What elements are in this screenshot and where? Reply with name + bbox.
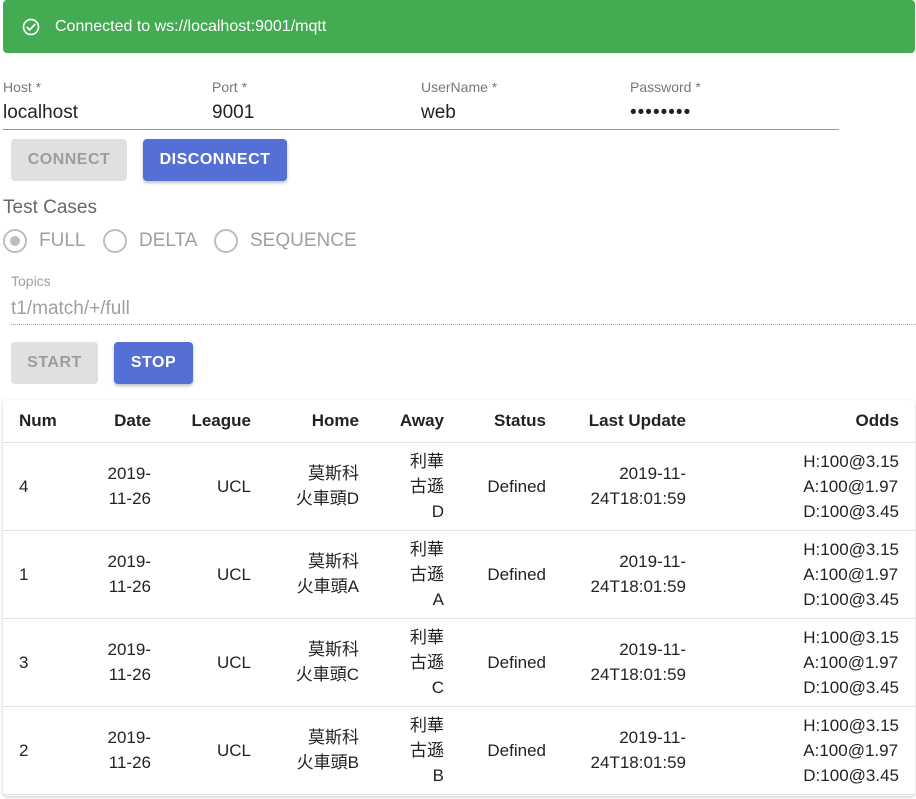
fields-underline	[3, 129, 839, 130]
cell-status: Defined	[444, 618, 546, 707]
test-cases-title: Test Cases	[3, 197, 97, 218]
cell-last-update: 2019-11- 24T18:01:59	[590, 640, 686, 684]
cell-away: 利華 古遜 B	[410, 715, 444, 785]
cell-home: 莫斯科 火車頭D	[295, 464, 359, 508]
password-label: Password *	[630, 79, 701, 95]
cell-date: 2019- 11-26	[107, 552, 151, 596]
radio-unchecked-icon	[103, 229, 127, 253]
port-field[interactable]: Port * 9001	[212, 78, 412, 124]
column-header-num: Num	[3, 400, 75, 443]
matches-table: Num Date League Home Away Status Last Up…	[3, 400, 915, 796]
cell-date: 2019- 11-26	[107, 728, 151, 772]
cell-odds: H:100@3.15 A:100@1.97 D:100@3.45	[803, 451, 899, 521]
radio-full[interactable]: FULL	[3, 229, 85, 253]
username-field[interactable]: UserName * web	[421, 78, 621, 124]
column-header-status: Status	[444, 400, 546, 443]
cell-last-update: 2019-11- 24T18:01:59	[590, 464, 686, 508]
start-button[interactable]: START	[11, 342, 98, 384]
table-row[interactable]: 1 2019- 11-26 UCL 莫斯科 火車頭A 利華 古遜 A Defin…	[3, 530, 915, 619]
cell-league: UCL	[151, 706, 251, 795]
cell-home: 莫斯科 火車頭B	[296, 728, 359, 772]
host-label: Host *	[3, 79, 42, 95]
topics-input[interactable]: t1/match/+/full	[11, 298, 916, 320]
stop-button[interactable]: STOP	[114, 342, 193, 384]
connection-status-banner: Connected to ws://localhost:9001/mqtt	[3, 0, 915, 53]
cell-num: 4	[3, 442, 75, 531]
username-input[interactable]: web	[421, 102, 621, 124]
cell-num: 2	[3, 706, 75, 795]
cell-date: 2019- 11-26	[107, 464, 151, 508]
cell-status: Defined	[444, 442, 546, 531]
topics-field[interactable]: Topics t1/match/+/full	[11, 273, 916, 325]
table-row[interactable]: 2 2019- 11-26 UCL 莫斯科 火車頭B 利華 古遜 B Defin…	[3, 706, 915, 795]
cell-status: Defined	[444, 530, 546, 619]
cell-league: UCL	[151, 442, 251, 531]
cell-odds: H:100@3.15 A:100@1.97 D:100@3.45	[803, 627, 899, 697]
banner-text: Connected to ws://localhost:9001/mqtt	[55, 17, 327, 35]
table-header-row: Num Date League Home Away Status Last Up…	[3, 400, 915, 443]
column-header-odds: Odds	[686, 400, 915, 443]
column-header-date: Date	[75, 400, 151, 443]
cell-date: 2019- 11-26	[107, 640, 151, 684]
radio-checked-icon	[3, 229, 27, 253]
cell-num: 1	[3, 530, 75, 619]
host-field[interactable]: Host * localhost	[3, 78, 203, 124]
radio-delta[interactable]: DELTA	[103, 229, 197, 253]
table-row[interactable]: 4 2019- 11-26 UCL 莫斯科 火車頭D 利華 古遜 D Defin…	[3, 442, 915, 531]
connect-button[interactable]: CONNECT	[11, 139, 127, 181]
cell-odds: H:100@3.15 A:100@1.97 D:100@3.45	[803, 539, 899, 609]
column-header-home: Home	[251, 400, 359, 443]
topics-underline	[11, 324, 916, 325]
cell-league: UCL	[151, 530, 251, 619]
radio-unchecked-icon	[214, 229, 238, 253]
cell-league: UCL	[151, 618, 251, 707]
cell-away: 利華 古遜 A	[410, 539, 444, 609]
cell-away: 利華 古遜 D	[410, 451, 444, 521]
radio-label: FULL	[39, 230, 86, 251]
cell-last-update: 2019-11- 24T18:01:59	[590, 552, 686, 596]
check-circle-icon	[21, 17, 41, 37]
disconnect-button[interactable]: DISCONNECT	[143, 139, 287, 181]
cell-away: 利華 古遜 C	[410, 627, 444, 697]
cell-num: 3	[3, 618, 75, 707]
cell-home: 莫斯科 火車頭C	[295, 640, 359, 684]
radio-label: DELTA	[139, 230, 198, 251]
password-input[interactable]: ••••••••	[630, 102, 830, 124]
cell-home: 莫斯科 火車頭A	[296, 552, 359, 596]
username-label: UserName *	[421, 79, 498, 95]
radio-label: SEQUENCE	[250, 230, 357, 251]
radio-sequence[interactable]: SEQUENCE	[214, 229, 357, 253]
cell-odds: H:100@3.15 A:100@1.97 D:100@3.45	[803, 715, 899, 785]
table-row[interactable]: 3 2019- 11-26 UCL 莫斯科 火車頭C 利華 古遜 C Defin…	[3, 618, 915, 707]
port-input[interactable]: 9001	[212, 102, 412, 124]
cell-status: Defined	[444, 706, 546, 795]
cell-last-update: 2019-11- 24T18:01:59	[590, 728, 686, 772]
column-header-league: League	[151, 400, 251, 443]
column-header-last-update: Last Update	[546, 400, 686, 443]
host-input[interactable]: localhost	[3, 102, 203, 124]
column-header-away: Away	[359, 400, 444, 443]
password-field[interactable]: Password * ••••••••	[630, 78, 830, 124]
topics-label: Topics	[11, 273, 51, 289]
port-label: Port *	[212, 79, 248, 95]
